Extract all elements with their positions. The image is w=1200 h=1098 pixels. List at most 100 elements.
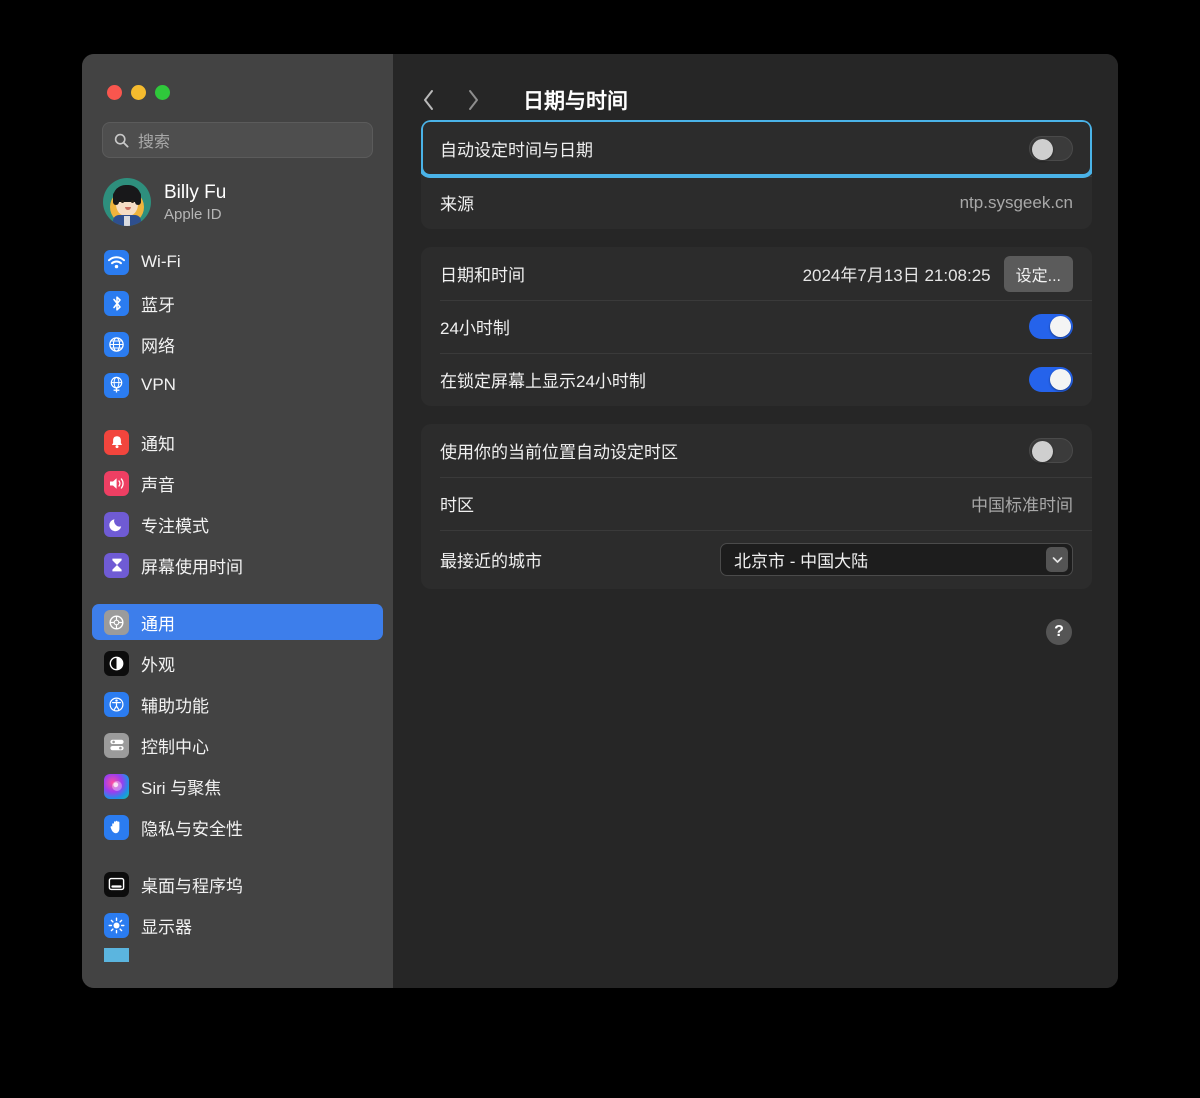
sidebar-item-label: Wi-Fi — [141, 252, 181, 271]
settings-cards: 自动设定时间与日期 来源 ntp.sysgeek.cn 日期和时间 2024年7… — [393, 120, 1118, 645]
row-closest-city: 最接近的城市 北京市 - 中国大陆 — [421, 530, 1092, 589]
sidebar-item-wifi[interactable]: Wi-Fi — [92, 244, 383, 280]
set-date-time-button[interactable]: 设定... — [1003, 255, 1073, 292]
sidebar-item-label: 蓝牙 — [141, 295, 175, 315]
sidebar-item-focus[interactable]: 专注模式 — [92, 506, 383, 542]
sidebar-item-sound[interactable]: 声音 — [92, 465, 383, 501]
row-label: 时区 — [440, 496, 474, 515]
sidebar-group-network: Wi-Fi 蓝牙 网络 VPN — [92, 244, 383, 424]
sidebar-item-vpn[interactable]: VPN — [92, 367, 383, 403]
timezone-value: 中国标准时间 — [971, 496, 1073, 515]
sidebar-group-general: 通用 外观 辅助功能 控制中心 Siri 与聚焦 隐私与安全性 — [92, 604, 383, 866]
sidebar-group-system: 通知 声音 专注模式 屏幕使用时间 — [92, 424, 383, 604]
closest-city-select[interactable]: 北京市 - 中国大陆 — [720, 543, 1073, 576]
sidebar-group-desktop: 桌面与程序坞 显示器 — [92, 866, 383, 983]
sidebar-item-label: 辅助功能 — [141, 696, 209, 716]
account-name: Billy Fu — [164, 181, 227, 203]
account-row[interactable]: Billy Fu Apple ID — [82, 158, 393, 226]
network-icon — [104, 331, 129, 357]
sidebar-item-label: 控制中心 — [141, 737, 209, 757]
page-title: 日期与时间 — [523, 90, 628, 113]
close-button[interactable] — [107, 85, 122, 100]
sidebar-item-label: 桌面与程序坞 — [141, 876, 243, 896]
row-label: 自动设定时间与日期 — [440, 140, 593, 160]
card-date-time: 日期和时间 2024年7月13日 21:08:25 设定... 24小时制 在锁… — [421, 247, 1092, 406]
desktop-background: 搜索 Billy Fu Apple ID Wi-Fi 蓝牙 网络 VPN 通知 … — [0, 0, 1200, 1098]
zoom-button[interactable] — [155, 85, 170, 100]
sidebar-item-accessibility[interactable]: 辅助功能 — [92, 686, 383, 722]
minimize-button[interactable] — [131, 85, 146, 100]
sidebar-item-desktop-dock[interactable]: 桌面与程序坞 — [92, 866, 383, 902]
avatar — [103, 178, 151, 226]
row-date-and-time: 日期和时间 2024年7月13日 21:08:25 设定... — [421, 247, 1092, 300]
sidebar-item-displays[interactable]: 显示器 — [92, 907, 383, 943]
account-subtitle: Apple ID — [164, 205, 222, 223]
row-label: 使用你的当前位置自动设定时区 — [440, 443, 678, 462]
siri-icon — [104, 773, 129, 799]
sidebar-item-label: 通知 — [141, 434, 175, 454]
traffic-lights — [82, 54, 393, 100]
sidebar-item-label: Siri 与聚焦 — [141, 778, 222, 798]
desktop-dock-icon — [104, 871, 129, 897]
sidebar-item-privacy[interactable]: 隐私与安全性 — [92, 809, 383, 845]
sidebar-item-label: 网络 — [141, 336, 175, 356]
hour24-toggle[interactable] — [1029, 314, 1073, 339]
sidebar-item-label: 显示器 — [141, 917, 192, 937]
sidebar-item-label: 外观 — [141, 655, 175, 675]
card-time-source: 自动设定时间与日期 来源 ntp.sysgeek.cn — [421, 120, 1092, 229]
privacy-icon — [104, 814, 129, 840]
sidebar-item-label: 声音 — [141, 475, 175, 495]
main-content: 日期与时间 自动设定时间与日期 来源 ntp.sysgeek.cn 日期和时间 … — [393, 54, 1118, 988]
help-container: ? — [421, 607, 1092, 645]
bluetooth-icon — [104, 290, 129, 316]
screen-time-icon — [104, 552, 129, 578]
sidebar: 搜索 Billy Fu Apple ID Wi-Fi 蓝牙 网络 VPN 通知 … — [82, 54, 393, 988]
sidebar-item-bluetooth[interactable]: 蓝牙 — [92, 285, 383, 321]
sidebar-item-label: 隐私与安全性 — [141, 819, 243, 839]
control-center-icon — [104, 732, 129, 758]
sidebar-item-control-center[interactable]: 控制中心 — [92, 727, 383, 763]
sidebar-item-screen-time[interactable]: 屏幕使用时间 — [92, 547, 383, 583]
chevron-right-icon[interactable] — [462, 87, 484, 113]
row-24-hour[interactable]: 24小时制 — [421, 300, 1092, 353]
sidebar-item-appearance[interactable]: 外观 — [92, 645, 383, 681]
row-timezone: 时区 中国标准时间 — [421, 477, 1092, 530]
toolbar: 日期与时间 — [393, 54, 1118, 120]
chevron-left-icon[interactable] — [417, 87, 439, 113]
system-settings-window: 搜索 Billy Fu Apple ID Wi-Fi 蓝牙 网络 VPN 通知 … — [82, 54, 1118, 988]
focus-icon — [104, 511, 129, 537]
sidebar-item-partially-hidden[interactable] — [92, 948, 383, 962]
search-icon — [114, 133, 129, 148]
row-auto-set-time[interactable]: 自动设定时间与日期 — [421, 120, 1092, 178]
sidebar-item-notifications[interactable]: 通知 — [92, 424, 383, 460]
auto-timezone-toggle[interactable] — [1029, 438, 1073, 463]
lock-screen-hour24-toggle[interactable] — [1029, 367, 1073, 392]
partial-icon — [104, 948, 129, 962]
sidebar-item-label: VPN — [141, 375, 176, 394]
sidebar-item-network[interactable]: 网络 — [92, 326, 383, 362]
wifi-icon — [104, 249, 129, 275]
row-lock-screen-24-hour[interactable]: 在锁定屏幕上显示24小时制 — [421, 353, 1092, 406]
sidebar-item-label: 屏幕使用时间 — [141, 557, 243, 577]
time-source-value: ntp.sysgeek.cn — [959, 192, 1073, 212]
row-label: 24小时制 — [440, 319, 510, 338]
help-button[interactable]: ? — [1046, 619, 1072, 645]
displays-icon — [104, 912, 129, 938]
sidebar-item-general[interactable]: 通用 — [92, 604, 383, 640]
vpn-icon — [104, 372, 129, 398]
sidebar-item-label: 专注模式 — [141, 516, 209, 536]
row-auto-timezone[interactable]: 使用你的当前位置自动设定时区 — [421, 424, 1092, 477]
chevron-down-icon[interactable] — [1046, 547, 1068, 572]
sidebar-item-label: 通用 — [141, 614, 175, 634]
search-placeholder: 搜索 — [138, 134, 171, 151]
card-timezone: 使用你的当前位置自动设定时区 时区 中国标准时间 最接近的城市 北京市 - 中国… — [421, 424, 1092, 589]
search-input[interactable]: 搜索 — [102, 122, 373, 158]
search-container: 搜索 — [82, 100, 393, 158]
row-label: 日期和时间 — [440, 266, 525, 285]
row-time-source: 来源 ntp.sysgeek.cn — [421, 176, 1092, 229]
appearance-icon — [104, 650, 129, 676]
current-date-time-value: 2024年7月13日 21:08:25 — [802, 266, 991, 285]
auto-set-time-toggle[interactable] — [1029, 135, 1073, 161]
row-label: 最接近的城市 — [440, 552, 542, 571]
sidebar-item-siri[interactable]: Siri 与聚焦 — [92, 768, 383, 804]
